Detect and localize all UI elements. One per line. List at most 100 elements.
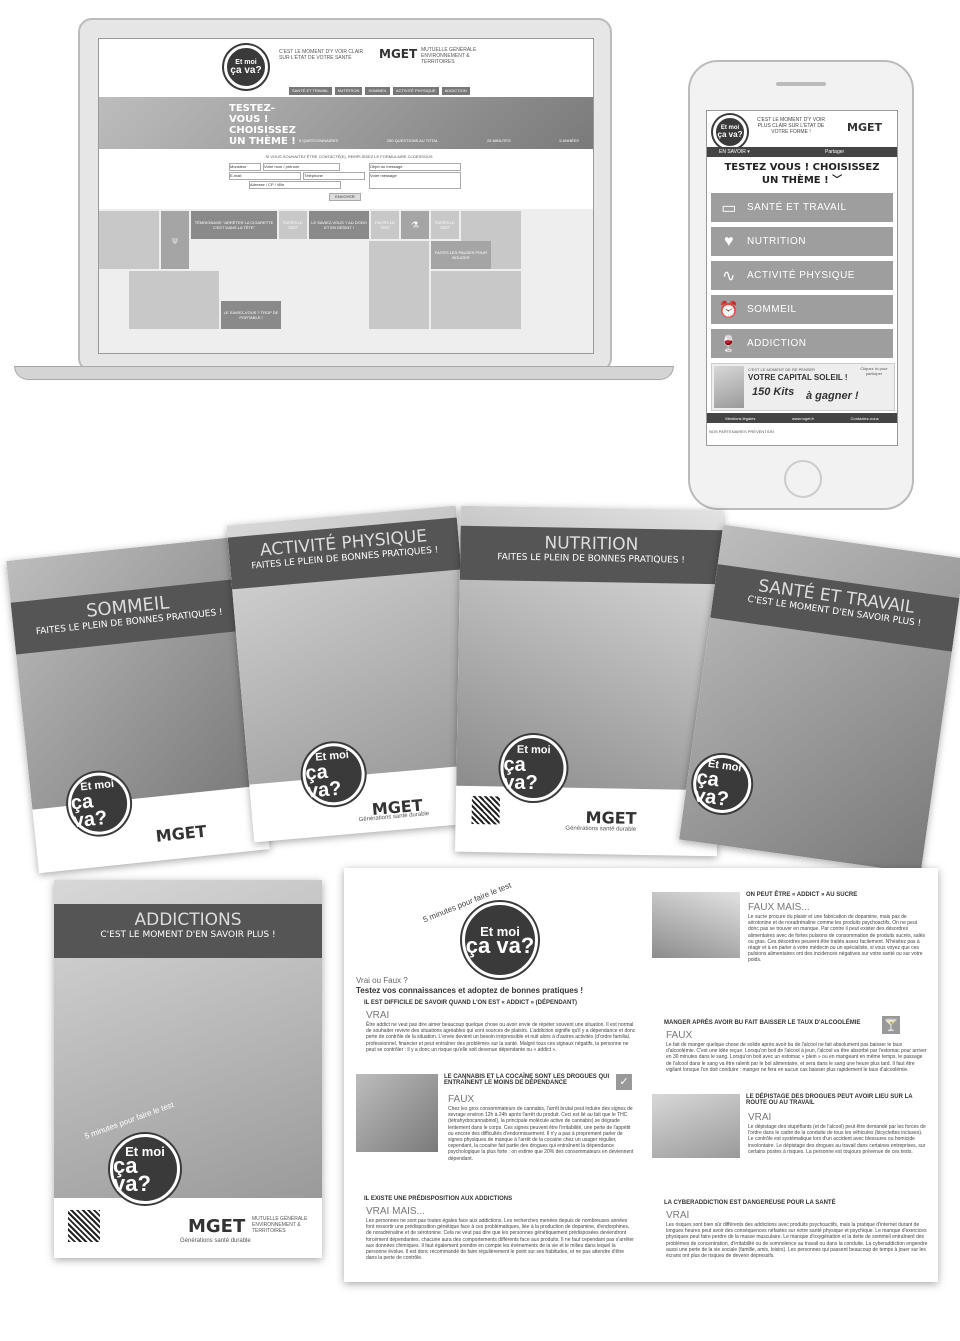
menu-activite[interactable]: ∿ ACTIVITÉ PHYSIQUE	[711, 261, 893, 290]
nav-item-activite[interactable]: ACTIVITÉ PHYSIQUE	[392, 87, 439, 95]
q7-text: Les risques sont bien sûr différents des…	[666, 1222, 928, 1260]
promo-line4: à gagner !	[806, 390, 859, 402]
menu-addiction[interactable]: 🍷 ADDICTION	[711, 329, 893, 358]
menu-nutrition[interactable]: ♥ NUTRITION	[711, 227, 893, 256]
q1-verdict: VRAI	[366, 1010, 390, 1021]
phone-logo[interactable]: Et moi ça va?	[713, 115, 747, 149]
q5-heading: MANGER APRÈS AVOIR BU FAIT BAISSER LE TA…	[664, 1020, 861, 1026]
menu-label: SANTÉ ET TRAVAIL	[747, 202, 847, 213]
q6-text: Le dépistage des stupéfiants (et de l'al…	[748, 1124, 926, 1155]
tile-saviez-1[interactable]: LE SAVIEZ-VOUS ? AU DODO ET EN DÉSINT !	[309, 211, 369, 239]
menu-sante-travail[interactable]: ▭ SANTÉ ET TRAVAIL	[711, 193, 893, 222]
menu-label: ADDICTION	[747, 338, 807, 349]
hero-headline: TESTEZ-VOUS ! CHOISISSEZ UN THÈME !	[229, 103, 296, 147]
poster-baseline: Générations santé durable	[180, 1238, 251, 1244]
q4-photo	[652, 892, 740, 958]
tile-photo-glass[interactable]	[431, 271, 521, 329]
poster-activite: ACTIVITÉ PHYSIQUE FAITES LE PLEIN DE BON…	[226, 505, 484, 843]
poster-addictions: ADDICTIONS C'EST LE MOMENT D'EN SAVOIR P…	[54, 880, 322, 1258]
logo[interactable]: Et moi ça va?	[224, 45, 268, 89]
email-field[interactable]: E-mail	[229, 172, 301, 180]
tile-photo-food[interactable]	[99, 211, 159, 269]
footer-site-link[interactable]: www.mget.fr	[792, 416, 814, 421]
poster-banner: ADDICTIONS C'EST LE MOMENT D'EN SAVOIR P…	[54, 904, 322, 958]
poster-sante: SANTÉ ET TRAVAIL C'EST LE MOMENT D'EN SA…	[679, 524, 960, 874]
send-button[interactable]: ENVOYER	[329, 193, 361, 201]
leaflet: 5 minutes pour faire le test Et moi ça va…	[344, 868, 938, 1282]
tile-test-3[interactable]: FAITES LE TEST	[431, 211, 459, 239]
qr-code	[68, 1210, 100, 1242]
stat-minutes: 25 MINUTES	[487, 138, 511, 143]
tile-flask-icon[interactable]: ⚗	[401, 211, 429, 239]
alarm-clock-icon: ⏰	[718, 301, 740, 319]
q2-text: Chez les gros consommateurs de cannabis,…	[448, 1106, 634, 1162]
phone-field[interactable]: Téléphone	[303, 172, 365, 180]
q7-verdict: VRAI	[666, 1210, 690, 1221]
stat-questionnaires: 5 QUESTIONNAIRES	[299, 138, 339, 143]
wine-glass-icon: 🍷	[718, 335, 740, 353]
q2-photo	[356, 1074, 438, 1152]
poster-nutrition: NUTRITION FAITES LE PLEIN DE BONNES PRAT…	[455, 505, 723, 857]
nav-item-sommeil[interactable]: SOMMEIL	[365, 87, 390, 95]
tile-testimony[interactable]: TÉMOIGNAGE "ARRÊTER LA CIGARETTE C'EST D…	[191, 211, 277, 239]
tile-test-1[interactable]: FAITES LE TEST	[279, 211, 307, 239]
menu-sommeil[interactable]: ⏰ SOMMEIL	[711, 295, 893, 324]
promo-person-image	[714, 366, 744, 408]
phone-footer: Mentions légales www.mget.fr Contactez-n…	[707, 413, 897, 423]
footer-legal-link[interactable]: Mentions légales	[725, 416, 755, 421]
promo-badge[interactable]: Cliquez ici pour participer	[858, 366, 890, 376]
chevron-down-icon[interactable]: ﹀	[832, 175, 842, 186]
q4-text: Le sucre procure du plaisir et une fabri…	[748, 914, 926, 964]
tile-photo-woman[interactable]	[369, 241, 429, 329]
poster-banner: NUTRITION FAITES LE PLEIN DE BONNES PRAT…	[459, 525, 723, 585]
phone-mockup: Et moi ça va? C'EST LE MOMENT D'Y VOIR P…	[688, 60, 914, 510]
poster-brand: MGET	[585, 807, 637, 828]
menu-label: ACTIVITÉ PHYSIQUE	[747, 270, 855, 281]
form-title: SI VOUS SOUHAITEZ ÊTRE CONTACTÉ(E), REMP…	[265, 154, 433, 159]
briefcase-icon: ▭	[721, 199, 737, 217]
promo-banner[interactable]: C'EST LE MOMENT DE RE PENSER VOTRE CAPIT…	[711, 363, 895, 411]
message-field[interactable]: Votre message	[369, 172, 461, 189]
nav-bar: SANTÉ ET TRAVAIL NUTRITION SOMMEIL ACTIV…	[289, 87, 559, 95]
qr-code	[471, 795, 500, 825]
tile-pauses[interactable]: FAITES LES PAUSES POUR BOUGER	[431, 241, 491, 269]
laptop-base	[14, 366, 674, 380]
tile-photo-volley[interactable]	[129, 271, 219, 329]
nav-item-sante[interactable]: SANTÉ ET TRAVAIL	[289, 87, 332, 95]
nav-item-addiction[interactable]: ADDICTION	[441, 87, 470, 95]
address-field[interactable]: Adresse / CP / Ville	[249, 181, 341, 189]
subject-field[interactable]: Objet du message	[369, 163, 461, 171]
leaflet-logo: Et moi ça va?	[462, 902, 538, 978]
q2-verdict: FAUX	[448, 1094, 475, 1105]
promo-line1: C'EST LE MOMENT DE RE PENSER	[748, 367, 816, 372]
phone-screen: Et moi ça va? C'EST LE MOMENT D'Y VOIR P…	[706, 110, 898, 446]
footer-contact-link[interactable]: Contactez-nous	[851, 416, 879, 421]
promo-line2: VOTRE CAPITAL SOLEIL !	[748, 373, 848, 382]
q6-verdict: VRAI	[748, 1112, 772, 1123]
menu-label: SOMMEIL	[747, 304, 797, 315]
pulse-icon: ∿	[722, 267, 736, 285]
en-savoir-menu[interactable]: EN SAVOIR ▾	[719, 149, 750, 155]
poster-logo: Et moi ça va?	[499, 734, 568, 802]
q1-heading: IL EST DIFFICILE DE SAVOIR QUAND L'ON ES…	[364, 1000, 577, 1006]
tile-fork-icon[interactable]: ⍦	[161, 211, 189, 269]
nav-item-nutrition[interactable]: NUTRITION	[334, 87, 363, 95]
poster-subtitle: C'EST LE MOMENT D'EN SAVOIR PLUS !	[100, 930, 276, 940]
tile-test-2[interactable]: FAITES LE TEST	[371, 211, 399, 239]
civility-select[interactable]: Monsieur	[229, 163, 261, 171]
q3-verdict: VRAI MAIS...	[366, 1206, 425, 1217]
q3-heading: IL EXISTE UNE PRÉDISPOSITION AUX ADDICTI…	[364, 1196, 513, 1202]
q2-heading: LE CANNABIS ET LA COCAÏNE SONT LES DROGU…	[444, 1074, 610, 1086]
phone-speaker	[776, 82, 826, 86]
brand-sub: MUTUELLE GÉNÉRALE ENVIRONNEMENT & TERRIT…	[421, 47, 477, 65]
poster-title: ADDICTIONS	[134, 910, 242, 930]
name-field[interactable]: Votre nom / prénom	[263, 163, 340, 171]
share-label[interactable]: Partager	[825, 149, 844, 155]
phone-home-button[interactable]	[784, 460, 822, 498]
phone-headline: TESTEZ VOUS ! CHOISISSEZ UN THÈME ! ﹀	[717, 161, 887, 187]
intro-question: Vrai ou Faux ?	[356, 976, 408, 985]
partners-label: NOS PARTENAIRES PRÉVENTION	[709, 429, 774, 434]
q7-heading: LA CYBERADDICTION EST DANGEREUSE POUR LA…	[664, 1200, 836, 1206]
poster-brand-sub: MUTUELLE GÉNÉRALE ENVIRONNEMENT & TERRIT…	[252, 1216, 308, 1234]
tile-saviez-2[interactable]: LE SAVIEZ-VOUS ? TROP DE PORTABLE !	[221, 301, 281, 329]
